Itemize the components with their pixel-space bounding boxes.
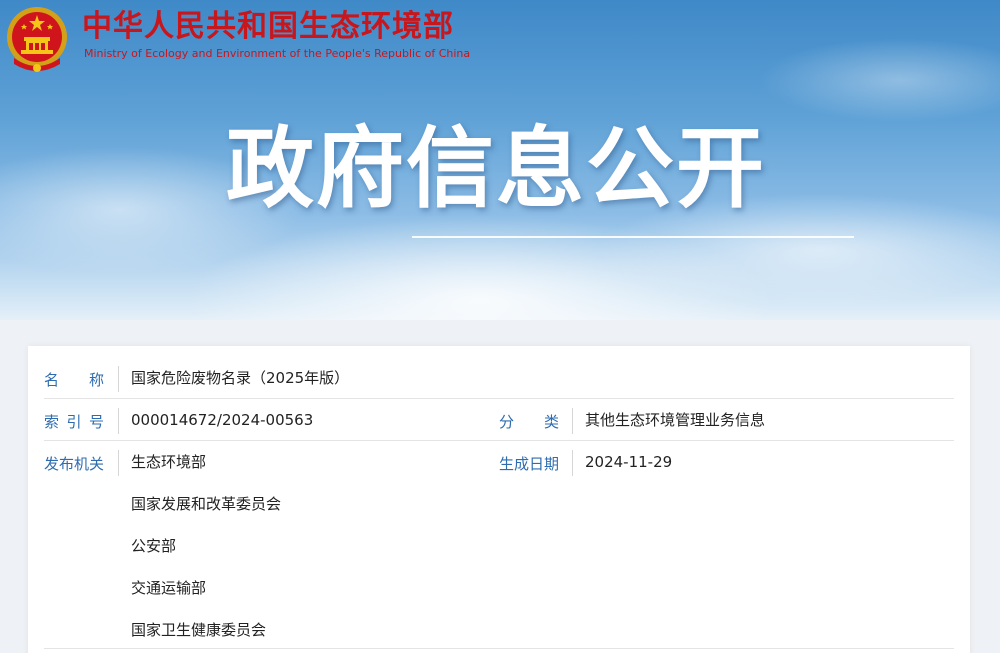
- issuer-label: 发布机关: [44, 455, 105, 473]
- category-label-char-2: 类: [543, 413, 559, 431]
- name-label: 名称: [44, 370, 104, 390]
- banner-underline: [412, 236, 854, 238]
- site-name-cn[interactable]: 中华人民共和国生态环境部: [82, 8, 454, 46]
- category-label: 分类: [499, 412, 559, 432]
- category-separator: [572, 408, 573, 434]
- name-value: 国家危险废物名录（2025年版）: [131, 369, 350, 387]
- name-separator: [118, 366, 119, 392]
- issuer-item: 公安部: [131, 537, 177, 555]
- row-divider: [44, 398, 954, 399]
- index-label: 索引号: [44, 412, 104, 432]
- category-value: 其他生态环境管理业务信息: [585, 411, 766, 429]
- issuer-item: 生态环境部: [131, 453, 207, 471]
- name-label-char-1: 名: [44, 371, 60, 389]
- site-name-en[interactable]: Ministry of Ecology and Environment of t…: [84, 47, 470, 61]
- issuer-item: 国家发展和改革委员会: [131, 495, 282, 513]
- category-label-char-1: 分: [499, 413, 515, 431]
- index-label-char-2: 引: [66, 413, 82, 431]
- index-label-char-1: 索: [44, 413, 60, 431]
- date-separator: [572, 450, 573, 476]
- index-label-char-3: 号: [88, 413, 104, 431]
- date-value: 2024-11-29: [585, 453, 673, 471]
- national-emblem-icon: [7, 7, 67, 72]
- name-label-char-2: 称: [88, 371, 104, 389]
- banner-title: 政府信息公开: [226, 116, 767, 220]
- index-value: 000014672/2024-00563: [131, 411, 314, 429]
- issuer-item: 交通运输部: [131, 579, 207, 597]
- row-divider: [44, 440, 954, 441]
- index-separator: [118, 408, 119, 434]
- row-divider: [44, 648, 954, 649]
- issuer-item: 国家卫生健康委员会: [131, 621, 267, 639]
- issuer-separator: [118, 450, 119, 476]
- header-banner: 中华人民共和国生态环境部 Ministry of Ecology and Env…: [0, 0, 1000, 330]
- date-label: 生成日期: [499, 455, 560, 473]
